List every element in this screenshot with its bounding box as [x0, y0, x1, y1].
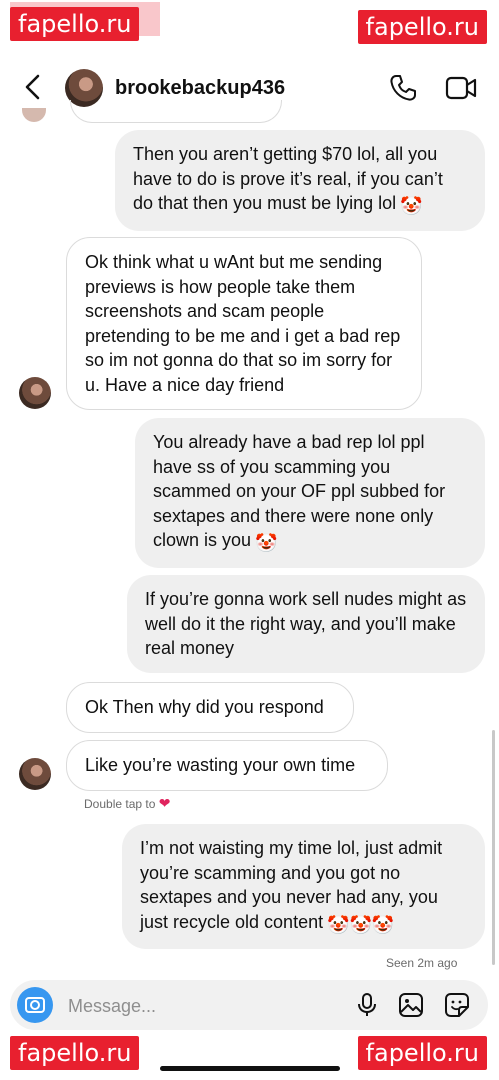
message-text: If you’re gonna work sell nudes might as…: [145, 589, 467, 658]
video-icon[interactable]: [445, 74, 477, 102]
watermark-top-left: fapello.ru: [10, 7, 140, 41]
previous-message-bubble: [70, 100, 282, 123]
camera-button[interactable]: [17, 987, 53, 1023]
message-text: Ok Then why did you respond: [85, 697, 324, 717]
message-text: Then you aren’t getting $70 lol, all you…: [133, 144, 443, 213]
message-bubble-outgoing[interactable]: If you’re gonna work sell nudes might as…: [127, 575, 485, 673]
message-text: You already have a bad rep lol ppl have …: [153, 432, 446, 550]
watermark-top-right: fapello.ru: [357, 10, 487, 44]
message-bubble-incoming[interactable]: Ok Then why did you respond: [66, 682, 354, 733]
microphone-icon[interactable]: [354, 992, 380, 1018]
previous-avatar: [22, 108, 46, 122]
phone-icon[interactable]: [388, 73, 418, 103]
message-input[interactable]: [66, 988, 320, 1024]
heart-icon: ❤: [158, 795, 171, 811]
scrollbar[interactable]: [492, 730, 495, 965]
clown-emoji: 🤡🤡🤡: [327, 914, 395, 935]
clown-emoji: 🤡: [255, 533, 278, 553]
message-bubble-outgoing[interactable]: Then you aren’t getting $70 lol, all you…: [115, 130, 485, 231]
sender-avatar[interactable]: [19, 758, 51, 790]
gallery-icon[interactable]: [398, 992, 424, 1018]
sender-avatar[interactable]: [19, 377, 51, 409]
message-bubble-outgoing[interactable]: I’m not waisting my time lol, just admit…: [122, 824, 485, 949]
message-bubble-incoming[interactable]: Like you’re wasting your own time: [66, 740, 388, 791]
message-text: Ok think what u wAnt but me sending prev…: [85, 252, 401, 395]
watermark-bottom-left: fapello.ru: [10, 1036, 140, 1070]
message-text: Like you’re wasting your own time: [85, 755, 356, 775]
contact-username[interactable]: brookebackup436: [115, 77, 285, 100]
message-text: I’m not waisting my time lol, just admit…: [140, 838, 443, 932]
double-tap-hint: Double tap to ❤: [84, 795, 171, 811]
watermark-bottom-right: fapello.ru: [357, 1036, 487, 1070]
camera-icon: [25, 997, 45, 1013]
sticker-icon[interactable]: [444, 992, 470, 1018]
message-composer: [10, 980, 488, 1030]
seen-status: Seen 2m ago: [386, 956, 458, 970]
clown-emoji: 🤡: [400, 196, 423, 216]
back-chevron-icon[interactable]: [20, 73, 48, 101]
home-indicator: [160, 1066, 340, 1071]
message-bubble-outgoing[interactable]: You already have a bad rep lol ppl have …: [135, 418, 485, 568]
message-bubble-incoming[interactable]: Ok think what u wAnt but me sending prev…: [66, 237, 422, 410]
